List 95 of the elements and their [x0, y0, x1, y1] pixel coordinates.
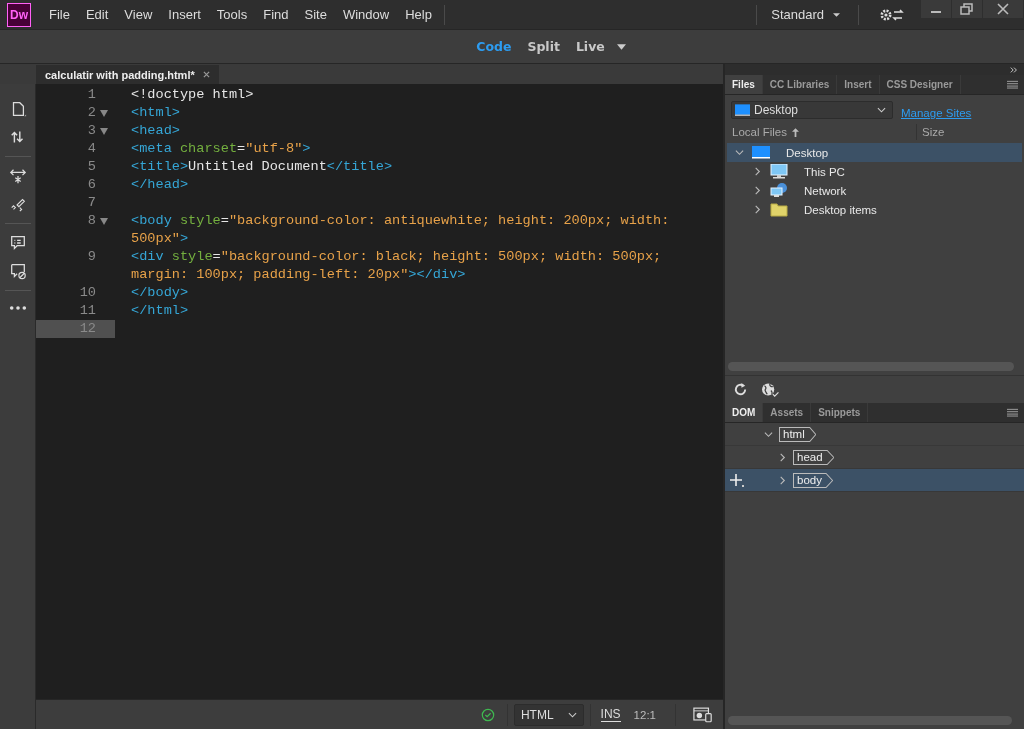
code-line: <meta charset="utf-8">: [131, 140, 312, 158]
desktop-icon[interactable]: [752, 145, 770, 160]
menu-icon[interactable]: [1007, 80, 1018, 89]
site-dropdown[interactable]: Desktop: [731, 101, 893, 119]
chevron-down-icon: [567, 711, 577, 718]
line-number: 2: [86, 104, 96, 122]
panel-tab[interactable]: DOM: [725, 403, 764, 422]
tree-node-label[interactable]: This PC: [804, 165, 845, 178]
chevron-down-icon: [877, 107, 886, 113]
collapsed-chevron-icon[interactable]: [778, 475, 787, 485]
expanded-chevron-icon[interactable]: [735, 148, 744, 157]
code-line: <body style="background-color: antiquewhite; height: 200px; width: 500px">: [131, 212, 671, 248]
workspace-dropdown[interactable]: Standard: [761, 7, 854, 22]
language-dropdown[interactable]: HTML: [513, 703, 584, 726]
device-preview-icon[interactable]: [693, 706, 713, 723]
restore-icon[interactable]: [952, 0, 982, 18]
menu-item[interactable]: Edit: [77, 7, 117, 22]
line-number: 3: [86, 122, 96, 140]
refresh-icon[interactable]: [733, 382, 748, 397]
panel-tab[interactable]: Files: [725, 75, 763, 94]
line-number: 4: [86, 140, 96, 158]
insert-mode[interactable]: INS: [600, 707, 621, 722]
line-number: 7: [86, 194, 96, 212]
sort-arrow-icon[interactable]: [791, 127, 799, 137]
expand-arrows-icon[interactable]: [8, 167, 27, 185]
code-line: </body>: [131, 284, 190, 302]
code-line: <title>Untitled Document</title>: [131, 158, 394, 176]
code-line: <!doctype html>: [131, 86, 255, 104]
element-tag[interactable]: html: [779, 426, 816, 442]
fold-triangle-icon[interactable]: [100, 109, 108, 117]
menu-item[interactable]: Help: [397, 7, 440, 22]
caret-icon[interactable]: [833, 12, 840, 17]
panel-tab[interactable]: Assets: [763, 403, 812, 422]
computer-icon[interactable]: [770, 164, 788, 179]
line-number: 10: [78, 284, 96, 302]
desktop-icon: [735, 104, 750, 116]
tree-node-label[interactable]: Network: [804, 184, 847, 197]
cursor-position: 12:1: [633, 708, 656, 721]
check-icon: [480, 707, 495, 722]
close-icon[interactable]: [983, 0, 1023, 18]
panel-tab[interactable]: CC Libraries: [762, 75, 838, 94]
menu-item[interactable]: Tools: [208, 7, 256, 22]
menu-icon[interactable]: [1007, 408, 1018, 417]
line-number: 8: [86, 212, 96, 230]
minimize-icon[interactable]: [921, 0, 951, 18]
collapsed-chevron-icon[interactable]: [753, 205, 762, 214]
code-line: <div style="background-color: black; height: 500px; width: 500px; margin: 100px; padding-left: 20px"></div>: [131, 248, 663, 284]
line-number: 12: [78, 320, 96, 338]
column-header[interactable]: Local Files: [732, 126, 787, 138]
fold-triangle-icon[interactable]: [100, 127, 108, 135]
line-number: 11: [78, 302, 96, 320]
view-tab[interactable]: Split: [519, 39, 568, 54]
manage-sites-link[interactable]: Manage Sites: [901, 107, 972, 119]
line-number: 6: [86, 176, 96, 194]
panel-tab[interactable]: Insert: [837, 75, 880, 94]
collapsed-chevron-icon[interactable]: [778, 452, 787, 462]
globe-icon[interactable]: [760, 382, 780, 397]
code-line: <head>: [131, 122, 181, 140]
view-tab[interactable]: Live: [567, 39, 613, 54]
menu-item[interactable]: View: [116, 7, 161, 22]
menu-item[interactable]: Insert: [160, 7, 209, 22]
panel-tab[interactable]: Snippets: [811, 403, 869, 422]
tree-node-label[interactable]: Desktop items: [804, 203, 877, 216]
folder-icon[interactable]: [770, 202, 788, 217]
close-icon[interactable]: [202, 71, 210, 78]
menu-item[interactable]: Window: [334, 7, 398, 22]
collapsed-chevron-icon[interactable]: [753, 186, 762, 195]
code-line: <html>: [131, 104, 181, 122]
menu-item[interactable]: Find: [255, 7, 297, 22]
element-tag[interactable]: head: [793, 449, 834, 465]
column-header[interactable]: Size: [917, 126, 1024, 138]
more-icon[interactable]: [8, 305, 27, 311]
tree-node-label[interactable]: Desktop: [786, 146, 829, 159]
collapse-icon[interactable]: [1010, 66, 1018, 73]
line-number: 9: [86, 248, 96, 266]
code-line: </html>: [131, 302, 190, 320]
line-number: 5: [86, 158, 96, 176]
document-tab[interactable]: calculatir with padding.html*: [36, 65, 219, 84]
line-number: 1: [86, 86, 96, 104]
caret-icon[interactable]: [616, 43, 626, 50]
add-icon[interactable]: [730, 473, 744, 487]
element-tag[interactable]: body: [793, 472, 833, 488]
app-logo: Dw: [7, 2, 31, 27]
fold-triangle-icon[interactable]: [100, 217, 108, 225]
expanded-chevron-icon[interactable]: [764, 429, 773, 439]
gear-icon[interactable]: [879, 7, 905, 22]
view-tab[interactable]: Code: [468, 39, 520, 54]
panel-tab[interactable]: CSS Designer: [879, 75, 961, 94]
menu-item[interactable]: Site: [296, 7, 335, 22]
code-line: </head>: [131, 176, 190, 194]
network-icon[interactable]: [770, 183, 788, 198]
remove-comment-icon[interactable]: [8, 262, 27, 280]
collapsed-chevron-icon[interactable]: [753, 167, 762, 176]
menu-item[interactable]: File: [41, 7, 78, 22]
comment-icon[interactable]: [8, 234, 27, 252]
